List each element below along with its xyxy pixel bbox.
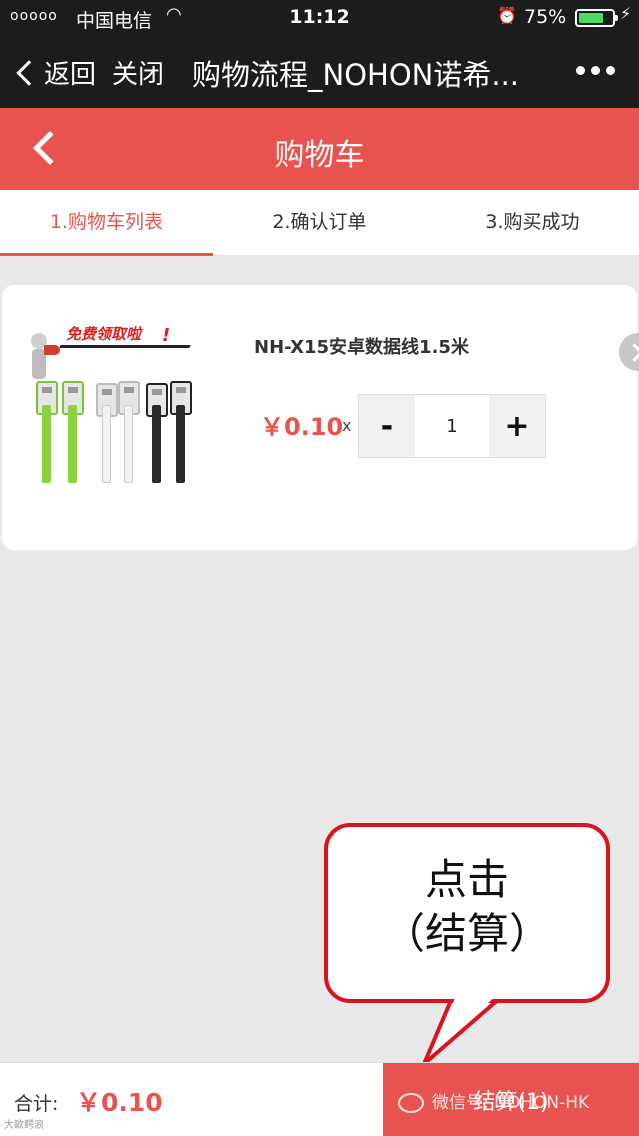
corner-watermark: 大歐鳄浪 (4, 1120, 44, 1131)
watermark-text: 微信号: NOHON-HK (432, 1093, 590, 1113)
tab-purchase-success[interactable]: 3.购买成功 (426, 190, 639, 255)
product-name[interactable]: NH-X15安卓数据线1.5米 (254, 333, 469, 359)
cart-header: 购物车 (0, 108, 639, 190)
status-bar: ooooo 中国电信 ◠ 11:12 ⏰ 75% ⚡ (0, 0, 639, 36)
quantity-stepper: - 1 + (358, 394, 546, 458)
cable-black-2 (176, 405, 185, 483)
step-tabs: 1.购物车列表 2.确认订单 3.购买成功 (0, 190, 639, 256)
battery-fill (579, 13, 604, 23)
wechat-watermark: 微信号: NOHON-HK (398, 1088, 589, 1113)
cart-item-card: 免费领取啦 ! NH-X15安卓数据线1.5米 ￥0.10 x - 1 + (2, 285, 637, 550)
total-value: ￥0.10 (76, 1088, 163, 1117)
decrease-quantity-button[interactable]: - (359, 395, 415, 457)
callout-line-2: （结算） (382, 909, 551, 958)
cable-black (152, 405, 161, 483)
tab-cart-list[interactable]: 1.购物车列表 (0, 190, 213, 256)
quantity-multiplier: x (342, 416, 352, 435)
close-button[interactable]: 关闭 (112, 54, 164, 91)
callout-bubble: 点击 （结算） (324, 823, 610, 1003)
quantity-input[interactable]: 1 (415, 395, 489, 457)
cable-white-2 (124, 405, 133, 483)
charging-icon: ⚡ (620, 4, 632, 23)
alarm-icon: ⏰ (497, 6, 517, 25)
cable-green-2 (68, 405, 77, 483)
back-label: 返回 (44, 60, 97, 90)
product-promo-text: 免费领取啦 (66, 325, 142, 343)
battery-percentage: 75% (524, 6, 567, 28)
callout-line-1: 点击 (424, 855, 509, 904)
product-image[interactable]: 免费领取啦 ! (22, 323, 202, 483)
increase-quantity-button[interactable]: + (489, 395, 545, 457)
battery-icon (575, 9, 618, 27)
chevron-left-icon (16, 59, 42, 86)
back-button[interactable]: 返回 (14, 54, 96, 91)
product-price: ￥0.10 (260, 413, 344, 441)
product-promo-exclamation: ! (162, 325, 171, 346)
header-title: 购物车 (274, 138, 365, 173)
wechat-icon (398, 1093, 424, 1113)
cable-white (102, 405, 111, 483)
cable-green (42, 405, 51, 483)
more-options-icon[interactable] (576, 56, 615, 75)
page-title: 购物流程_NOHON诺希... (192, 58, 520, 92)
wechat-nav-bar: 返回 关闭 购物流程_NOHON诺希... (0, 36, 639, 108)
total-label: 合计: (14, 1093, 59, 1115)
tab-confirm-order[interactable]: 2.确认订单 (213, 190, 426, 255)
promo-underline (59, 345, 191, 348)
